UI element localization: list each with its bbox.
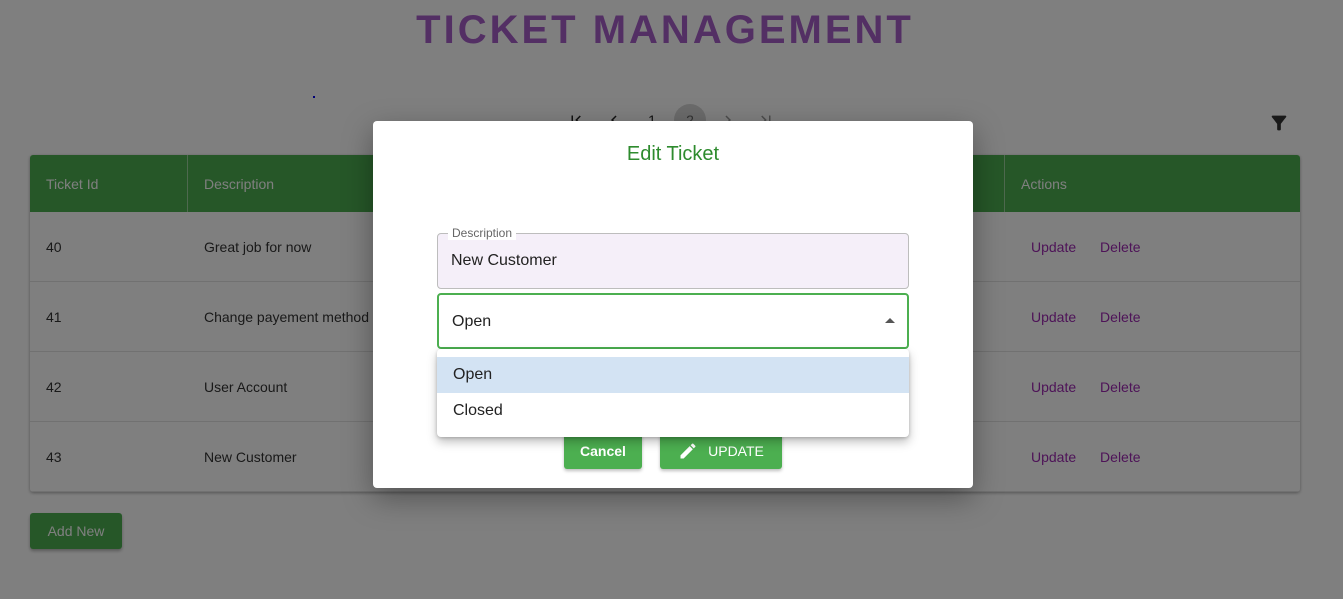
status-selected-value: Open	[452, 313, 492, 330]
status-option-open[interactable]: Open	[437, 357, 909, 393]
status-option-closed[interactable]: Closed	[437, 393, 909, 429]
caret-up-icon	[885, 318, 895, 323]
status-select[interactable]: Open	[437, 293, 909, 349]
dialog-title: Edit Ticket	[626, 143, 720, 165]
status-dropdown-menu: Open Closed	[437, 349, 909, 437]
description-input[interactable]: New Customer	[451, 252, 557, 270]
description-label: Description	[448, 226, 517, 240]
description-field[interactable]: Description New Customer	[437, 226, 909, 289]
update-button[interactable]: UPDATE	[660, 433, 782, 469]
pencil-icon	[680, 443, 696, 459]
cancel-button[interactable]: Cancel	[564, 433, 642, 469]
update-button-label: UPDATE	[708, 443, 764, 459]
